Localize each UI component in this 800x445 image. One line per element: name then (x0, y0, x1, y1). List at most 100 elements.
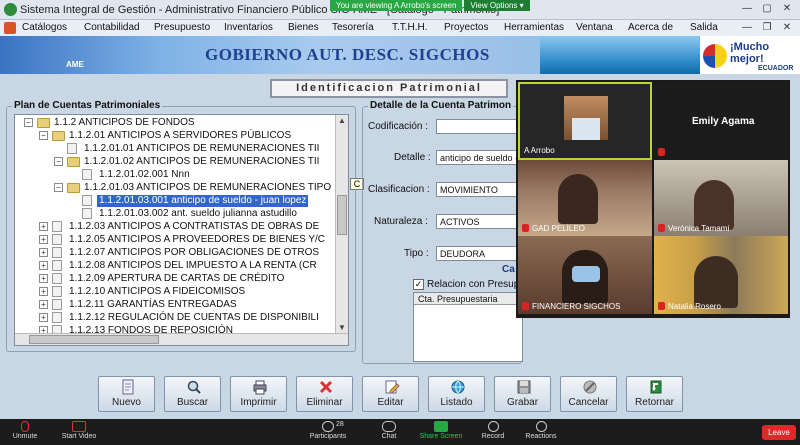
collapse-node-icon[interactable]: − (54, 157, 63, 166)
participant-name: GAD PELILEO (532, 224, 585, 233)
expand-node-icon[interactable]: + (39, 274, 48, 283)
clasificacion-field[interactable]: MOVIMIENTO (436, 182, 520, 197)
scroll-thumb[interactable] (337, 195, 347, 235)
expand-node-icon[interactable]: + (39, 235, 48, 244)
tree-node[interactable]: +1.1.2.05 ANTICIPOS A PROVEEDORES DE BIE… (15, 234, 335, 246)
document-icon (52, 299, 62, 310)
collapse-node-icon[interactable]: − (24, 118, 33, 127)
codificacion-field[interactable] (436, 119, 520, 134)
hscroll-thumb[interactable] (29, 335, 159, 344)
muted-mic-icon (658, 302, 665, 310)
imprimir-button[interactable]: Imprimir (230, 376, 287, 412)
scroll-up-icon[interactable]: ▲ (336, 115, 348, 127)
participant-tile-a-arrobo[interactable]: A Arrobo (518, 82, 652, 160)
unmute-button[interactable]: Unmute (8, 419, 42, 445)
collapse-node-icon[interactable]: − (54, 183, 63, 192)
tree-node[interactable]: − 1.1.2.01.02 ANTICIPOS DE REMUNERACIONES… (15, 156, 335, 168)
tree-node[interactable]: 1.1.2.01.03.002 ant. sueldo julianna ast… (15, 208, 335, 220)
eliminar-button[interactable]: Eliminar (296, 376, 353, 412)
leave-button[interactable]: Leave (762, 425, 796, 440)
muted-mic-icon (522, 302, 529, 310)
relacion-checkbox[interactable]: ✓ (413, 279, 424, 290)
detalle-field[interactable]: anticipo de sueldo - ju (436, 150, 520, 165)
tree-node[interactable]: − 1.1.2 ANTICIPOS DE FONDOS (15, 117, 335, 129)
tree-node[interactable]: +1.1.2.11 GARANTÍAS ENTREGADAS (15, 299, 335, 311)
tree-vertical-scrollbar[interactable]: ▲ ▼ (335, 115, 348, 335)
view-options-button[interactable]: View Options ▾ (464, 0, 530, 11)
menu-contabilidad[interactable]: Contabilidad (84, 22, 140, 33)
return-arrow-icon (650, 380, 662, 394)
share-screen-button[interactable]: Share Screen (418, 419, 464, 445)
cta-presupuestaria-table[interactable]: Cta. Presupuestaria (413, 292, 523, 362)
chat-label: Chat (381, 433, 397, 440)
tree-node[interactable]: +1.1.2.07 ANTICIPOS POR OBLIGACIONES DE … (15, 247, 335, 259)
grabar-button[interactable]: Grabar (494, 376, 551, 412)
menu-salida[interactable]: Salida (690, 22, 718, 33)
editar-button[interactable]: Editar (362, 376, 419, 412)
child-restore-icon[interactable]: ❐ (760, 21, 774, 35)
listado-button[interactable]: Listado (428, 376, 485, 412)
tree-node-label: 1.1.2.01.03 ANTICIPOS DE REMUNERACIONES … (84, 182, 332, 193)
menu-catalogos[interactable]: Catálogos (22, 22, 67, 33)
child-close-icon[interactable]: ✕ (780, 21, 794, 35)
tree-node[interactable]: − 1.1.2.01 ANTICIPOS A SERVIDORES PÚBLICO… (15, 130, 335, 142)
menu-tthh[interactable]: T.T.H.H. (392, 22, 428, 33)
tree-node[interactable]: +1.1.2.09 APERTURA DE CARTAS DE CRÉDITO (15, 273, 335, 285)
tree-node[interactable]: +1.1.2.12 REGULACIÓN DE CUENTAS DE DISPO… (15, 312, 335, 324)
expand-node-icon[interactable]: + (39, 248, 48, 257)
expand-node-icon[interactable]: + (39, 287, 48, 296)
participant-tile-gad-pelileo[interactable]: GAD PELILEO (518, 160, 652, 236)
expand-node-icon[interactable]: + (39, 261, 48, 270)
tree-node[interactable]: +1.1.2.10 ANTICIPOS A FIDEICOMISOS (15, 286, 335, 298)
document-icon (52, 234, 62, 245)
start-video-button[interactable]: Start Video (58, 419, 100, 445)
expand-node-icon[interactable]: + (39, 313, 48, 322)
menu-tesoreria[interactable]: Tesorería (332, 22, 374, 33)
participant-tile-veronica[interactable]: Verónica Tamami (654, 160, 788, 236)
chat-button[interactable]: Chat (376, 419, 402, 445)
participant-tile-emily[interactable]: Emily Agama (654, 82, 788, 160)
menu-proyectos[interactable]: Proyectos (444, 22, 488, 33)
participant-tile-financiero[interactable]: FINANCIERO SIGCHOS (518, 236, 652, 314)
participants-button[interactable]: 28 Participants (306, 419, 350, 445)
participant-name: FINANCIERO SIGCHOS (532, 302, 621, 311)
tree-horizontal-scrollbar[interactable] (15, 333, 348, 345)
tree-node[interactable]: +1.1.2.08 ANTICIPOS DEL IMPUESTO A LA RE… (15, 260, 335, 272)
tree-node[interactable]: − 1.1.2.01.03 ANTICIPOS DE REMUNERACIONES… (15, 182, 335, 194)
naturaleza-label: Naturaleza : (374, 216, 428, 227)
nuevo-button[interactable]: Nuevo (98, 376, 155, 412)
minimize-icon[interactable]: — (740, 2, 754, 16)
cancelar-button[interactable]: Cancelar (560, 376, 617, 412)
document-icon (52, 247, 62, 258)
tree-node[interactable]: +1.1.2.03 ANTICIPOS A CONTRATISTAS DE OB… (15, 221, 335, 233)
menu-herramientas[interactable]: Herramientas (504, 22, 564, 33)
muted-mic-icon (522, 224, 529, 232)
buscar-button[interactable]: Buscar (164, 376, 221, 412)
reactions-button[interactable]: Reactions (522, 419, 560, 445)
record-button[interactable]: Record (478, 419, 508, 445)
detalle-label: Detalle : (394, 152, 431, 163)
close-icon[interactable]: ✕ (780, 2, 794, 16)
tree-node-selected[interactable]: 1.1.2.01.03.001 anticipo de sueldo - jua… (15, 195, 335, 207)
video-off-icon (72, 421, 86, 432)
child-minimize-icon[interactable]: — (740, 21, 754, 35)
menu-ventana[interactable]: Ventana (576, 22, 613, 33)
accounts-tree[interactable]: +1.1.2.13 FONDOS DE REPOSICIÓN +1.1.2.12 … (14, 114, 349, 346)
collapse-node-icon[interactable]: − (39, 131, 48, 140)
tree-node[interactable]: 1.1.2.01.02.001 Nnn (15, 169, 335, 181)
menu-presupuesto[interactable]: Presupuesto (154, 22, 210, 33)
tree-node-label: 1.1.2.05 ANTICIPOS A PROVEEDORES DE BIEN… (69, 234, 326, 245)
retornar-button[interactable]: Retornar (626, 376, 683, 412)
tipo-field[interactable]: DEUDORA (436, 246, 520, 261)
participant-tile-natalia[interactable]: Natalia Rosero (654, 236, 788, 314)
menu-acerca-de[interactable]: Acerca de (628, 22, 673, 33)
retornar-label: Retornar (635, 397, 674, 408)
expand-node-icon[interactable]: + (39, 300, 48, 309)
maximize-icon[interactable]: ▢ (760, 2, 774, 16)
naturaleza-field[interactable]: ACTIVOS (436, 214, 520, 229)
menu-inventarios[interactable]: Inventarios (224, 22, 273, 33)
tree-node[interactable]: 1.1.2.01.01 ANTICIPOS DE REMUNERACIONES … (15, 143, 335, 155)
action-toolbar: Nuevo Buscar Imprimir Eliminar Editar Li… (96, 374, 692, 419)
expand-node-icon[interactable]: + (39, 222, 48, 231)
menu-bienes[interactable]: Bienes (288, 22, 319, 33)
